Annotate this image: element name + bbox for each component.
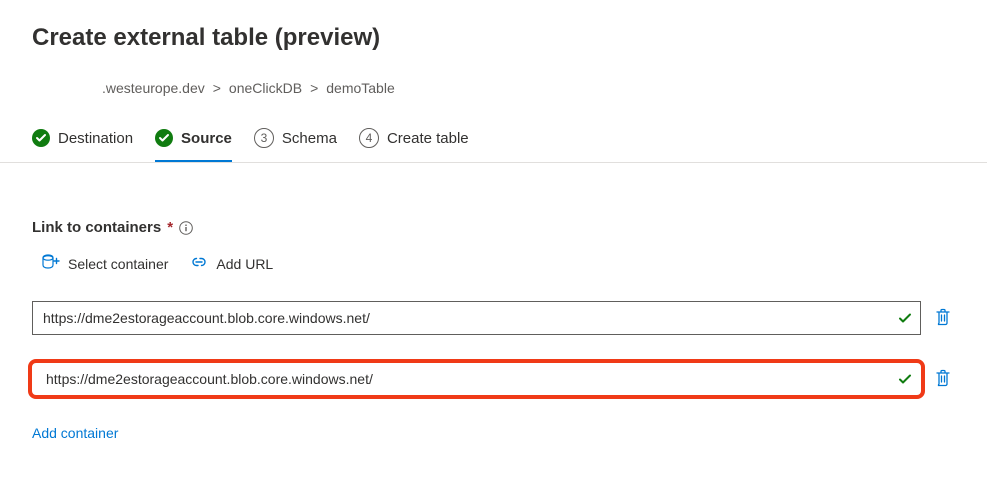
step-label: Schema [282, 130, 337, 147]
section-label-text: Link to containers [32, 219, 161, 236]
trash-icon [935, 308, 951, 329]
breadcrumb-item[interactable]: .westeurope.dev [102, 80, 205, 96]
form-section: Link to containers * Select container Ad… [32, 219, 955, 443]
chevron-right-icon: > [310, 80, 318, 96]
section-label: Link to containers * [32, 219, 955, 236]
link-icon [190, 255, 208, 272]
step-number-badge: 4 [359, 128, 379, 148]
stepper: Destination Source 3 Schema 4 Create tab… [0, 128, 987, 163]
url-input-wrap [32, 301, 921, 335]
container-actions: Select container Add URL [40, 250, 955, 277]
container-url-row [32, 359, 955, 399]
step-label: Create table [387, 130, 469, 147]
check-icon [897, 371, 913, 387]
step-label: Source [181, 130, 232, 147]
url-input-wrap-highlighted [28, 359, 925, 399]
delete-container-button[interactable] [931, 365, 955, 394]
select-container-button[interactable]: Select container [40, 250, 170, 277]
step-create-table[interactable]: 4 Create table [359, 128, 469, 148]
step-destination[interactable]: Destination [32, 129, 133, 147]
delete-container-button[interactable] [931, 304, 955, 333]
container-icon [42, 254, 60, 273]
check-circle-icon [32, 129, 50, 147]
step-label: Destination [58, 130, 133, 147]
step-source[interactable]: Source [155, 129, 232, 147]
breadcrumb: .westeurope.dev > oneClickDB > demoTable [102, 80, 955, 96]
add-url-button[interactable]: Add URL [188, 250, 275, 277]
container-url-input[interactable] [32, 301, 921, 335]
container-url-row [32, 301, 955, 335]
check-circle-icon [155, 129, 173, 147]
select-container-label: Select container [68, 256, 168, 272]
step-number-badge: 3 [254, 128, 274, 148]
container-url-input[interactable] [36, 365, 917, 393]
chevron-right-icon: > [213, 80, 221, 96]
page-title: Create external table (preview) [32, 24, 955, 52]
add-url-label: Add URL [216, 256, 273, 272]
breadcrumb-item[interactable]: oneClickDB [229, 80, 302, 96]
info-icon[interactable] [179, 221, 193, 235]
add-container-link[interactable]: Add container [32, 425, 118, 441]
required-indicator: * [167, 219, 173, 236]
breadcrumb-item[interactable]: demoTable [326, 80, 395, 96]
trash-icon [935, 369, 951, 390]
check-icon [897, 310, 913, 326]
step-schema[interactable]: 3 Schema [254, 128, 337, 148]
